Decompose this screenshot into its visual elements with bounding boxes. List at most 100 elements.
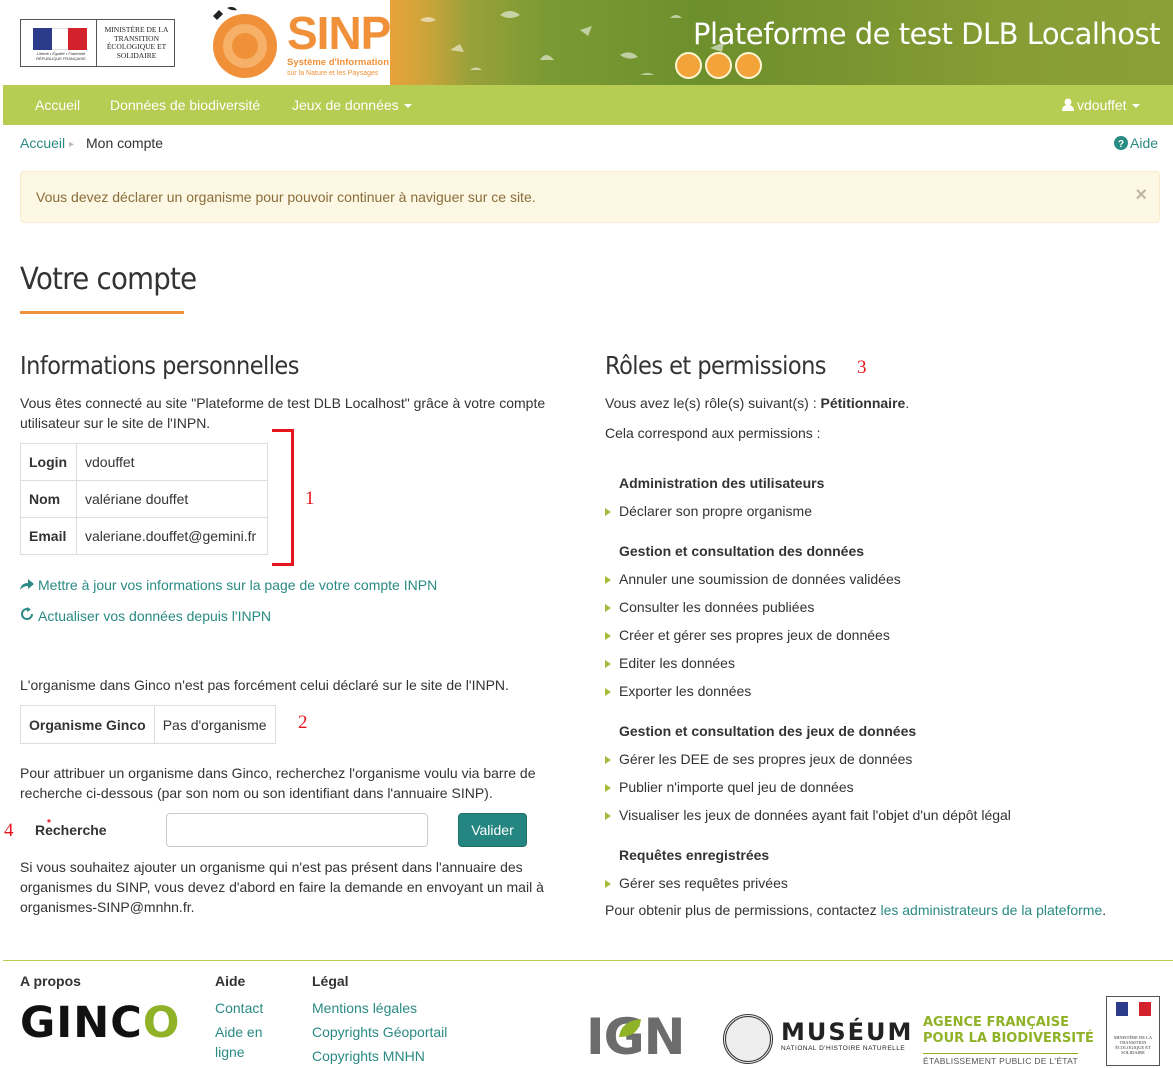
perm-item-label: Déclarer son propre organisme: [619, 503, 812, 519]
leaf-icon: [619, 1019, 641, 1037]
perm-item: Annuler une soumission de données validé…: [605, 571, 901, 587]
role-name: Pétitionnaire: [820, 395, 906, 411]
footer-apropos-heading: A propos: [20, 973, 81, 989]
footer-legal-heading: Légal: [312, 973, 349, 989]
museum-seal-icon: [723, 1014, 773, 1064]
title-underline: [20, 311, 184, 314]
perm-group-title: Gestion et consultation des données: [619, 543, 865, 559]
organism-search-input[interactable]: [166, 813, 428, 847]
footer-aide-en-ligne-link-2[interactable]: ligne: [215, 1042, 245, 1062]
nom-key: Nom: [20, 480, 77, 518]
footer-mentions-link[interactable]: Mentions légales: [312, 998, 417, 1018]
personal-info-table: Login vdouffet Nom valériane douffet Ema…: [20, 443, 268, 555]
perm-item-label: Gérer ses requêtes privées: [619, 875, 788, 891]
sinp-subtitle-2: sur la Nature et les Paysages: [287, 70, 379, 77]
roles-intro-prefix: Vous avez le(s) rôle(s) suivant(s) :: [605, 395, 821, 411]
perm-item-label: Créer et gérer ses propres jeux de donné…: [619, 627, 890, 643]
roles-more-prefix: Pour obtenir plus de permissions, contac…: [605, 902, 881, 918]
perm-item: Déclarer son propre organisme: [605, 503, 812, 519]
footer-mnhn-link[interactable]: Copyrights MNHN: [312, 1046, 425, 1066]
user-menu[interactable]: vdouffet: [1062, 97, 1140, 113]
breadcrumb-separator: ▸: [69, 139, 75, 150]
nav-jeux-de-donnees-dropdown[interactable]: Jeux de données: [292, 97, 412, 113]
update-inpn-label: Mettre à jour vos informations sur la pa…: [38, 577, 438, 593]
roles-intro: Vous avez le(s) rôle(s) suivant(s) : Pét…: [605, 393, 909, 413]
perm-item: Créer et gérer ses propres jeux de donné…: [605, 627, 890, 643]
ministry-small-logo[interactable]: MINISTÈRE DE LA TRANSITION ÉCOLOGIQUE ET…: [1106, 996, 1160, 1066]
bullet-triangle-icon: [605, 812, 611, 821]
sinp-emblem-icon: [213, 6, 277, 78]
org-table: Organisme Ginco Pas d'organisme: [20, 705, 276, 744]
sinp-title: SINP: [287, 7, 391, 59]
sinp-subtitle: Système d'Information: [287, 57, 390, 68]
search-label-text: Recherche: [35, 822, 107, 838]
perm-item: Consulter les données publiées: [605, 599, 814, 615]
add-line2: organismes du SINP, vous devez d'abord e…: [20, 879, 544, 895]
perm-group-title: Requêtes enregistrées: [619, 847, 770, 863]
refresh-inpn-link[interactable]: Actualiser vos données depuis l'INPN: [20, 607, 271, 624]
svg-text:?: ?: [1118, 139, 1124, 150]
roles-corresponds: Cela correspond aux permissions :: [605, 425, 821, 441]
org-note: L'organisme dans Ginco n'est pas forcéme…: [20, 677, 509, 693]
table-row: Nom valériane douffet: [20, 480, 268, 518]
breadcrumb-accueil[interactable]: Accueil: [20, 135, 65, 151]
footer-contact-link[interactable]: Contact: [215, 998, 263, 1018]
help-label: Aide: [1130, 135, 1159, 151]
org-value: Pas d'organisme: [153, 705, 276, 744]
museum-logo[interactable]: MUSÉUM: [781, 1018, 913, 1046]
site-header: Liberté • Égalité • Fraternité RÉPUBLIQU…: [0, 0, 1173, 86]
landscape-theme-icon: [705, 52, 732, 79]
refresh-inpn-label: Actualiser vos données depuis l'INPN: [38, 608, 272, 624]
roles-intro-suffix: .: [905, 395, 910, 411]
nav-accueil[interactable]: Accueil: [35, 97, 80, 113]
valider-button[interactable]: Valider: [458, 813, 527, 847]
footer-geoportail-link[interactable]: Copyrights Géoportail: [312, 1022, 447, 1042]
help-link[interactable]: ? Aide: [1114, 135, 1158, 151]
annotation-marker-2: 2: [298, 712, 308, 733]
perm-item-label: Visualiser les jeux de données ayant fai…: [619, 807, 1011, 823]
perm-item-label: Gérer les DEE de ses propres jeux de don…: [619, 751, 913, 767]
personal-intro-line2: utilisateur sur le site de l'INPN.: [20, 415, 211, 431]
bullet-triangle-icon: [605, 880, 611, 889]
required-marker: *: [47, 818, 51, 829]
annotation-bracket: [272, 429, 294, 566]
perm-item-label: Publier n'importe quel jeu de données: [619, 779, 854, 795]
perm-item-label: Annuler une soumission de données validé…: [619, 571, 901, 587]
ocean-theme-icon: [675, 52, 702, 79]
bullet-triangle-icon: [605, 688, 611, 697]
ginco-logo[interactable]: GINCO: [20, 998, 180, 1048]
footer-aide-en-ligne-link[interactable]: Aide en: [215, 1022, 262, 1042]
footer-divider: [3, 960, 1173, 961]
perm-item: Editer les données: [605, 655, 735, 671]
footer-aide-heading: Aide: [215, 973, 246, 989]
afb-logo-line3: ÉTABLISSEMENT PUBLIC DE L'ÉTAT: [923, 1053, 1079, 1066]
ministry-logo[interactable]: Liberté • Égalité • Fraternité RÉPUBLIQU…: [20, 19, 175, 67]
bullet-triangle-icon: [605, 660, 611, 669]
ministry-small-text: MINISTÈRE DE LA TRANSITION ÉCOLOGIQUE ET…: [1113, 1035, 1153, 1055]
admins-link[interactable]: les administrateurs de la plateforme: [880, 902, 1102, 918]
table-row: Login vdouffet: [20, 443, 268, 481]
bullet-triangle-icon: [605, 508, 611, 517]
french-flag-icon: Liberté • Égalité • Fraternité RÉPUBLIQU…: [27, 25, 91, 62]
fauna-theme-icon: [735, 52, 762, 79]
roles-more-suffix: .: [1102, 902, 1107, 918]
roles-heading: Rôles et permissions: [605, 351, 827, 380]
assign-line1: Pour attribuer un organisme dans Ginco, …: [20, 765, 536, 781]
annotation-marker-3: 3: [857, 357, 867, 378]
afb-logo-line2: POUR LA BIODIVERSITÉ: [923, 1031, 1094, 1046]
header-banner: Plateforme de test DLB Localhost: [390, 0, 1173, 86]
table-row: Email valeriane.douffet@gemini.fr: [20, 517, 268, 555]
page-title: Votre compte: [20, 262, 197, 297]
afb-logo-line1[interactable]: AGENCE FRANÇAISE: [923, 1015, 1069, 1030]
alert-message: Vous devez déclarer un organisme pour po…: [36, 189, 536, 205]
annotation-marker-1: 1: [305, 488, 315, 509]
close-icon[interactable]: ×: [1135, 184, 1147, 207]
add-line3: organismes-SINP@mnhn.fr.: [20, 899, 195, 915]
add-line1: Si vous souhaitez ajouter un organisme q…: [20, 859, 523, 875]
nav-donnees-biodiversite[interactable]: Données de biodiversité: [110, 97, 260, 113]
roles-more: Pour obtenir plus de permissions, contac…: [605, 900, 1106, 920]
update-inpn-link[interactable]: Mettre à jour vos informations sur la pa…: [20, 577, 437, 593]
email-value: valeriane.douffet@gemini.fr: [76, 517, 268, 555]
email-key: Email: [20, 517, 77, 555]
perm-item: Exporter les données: [605, 683, 751, 699]
